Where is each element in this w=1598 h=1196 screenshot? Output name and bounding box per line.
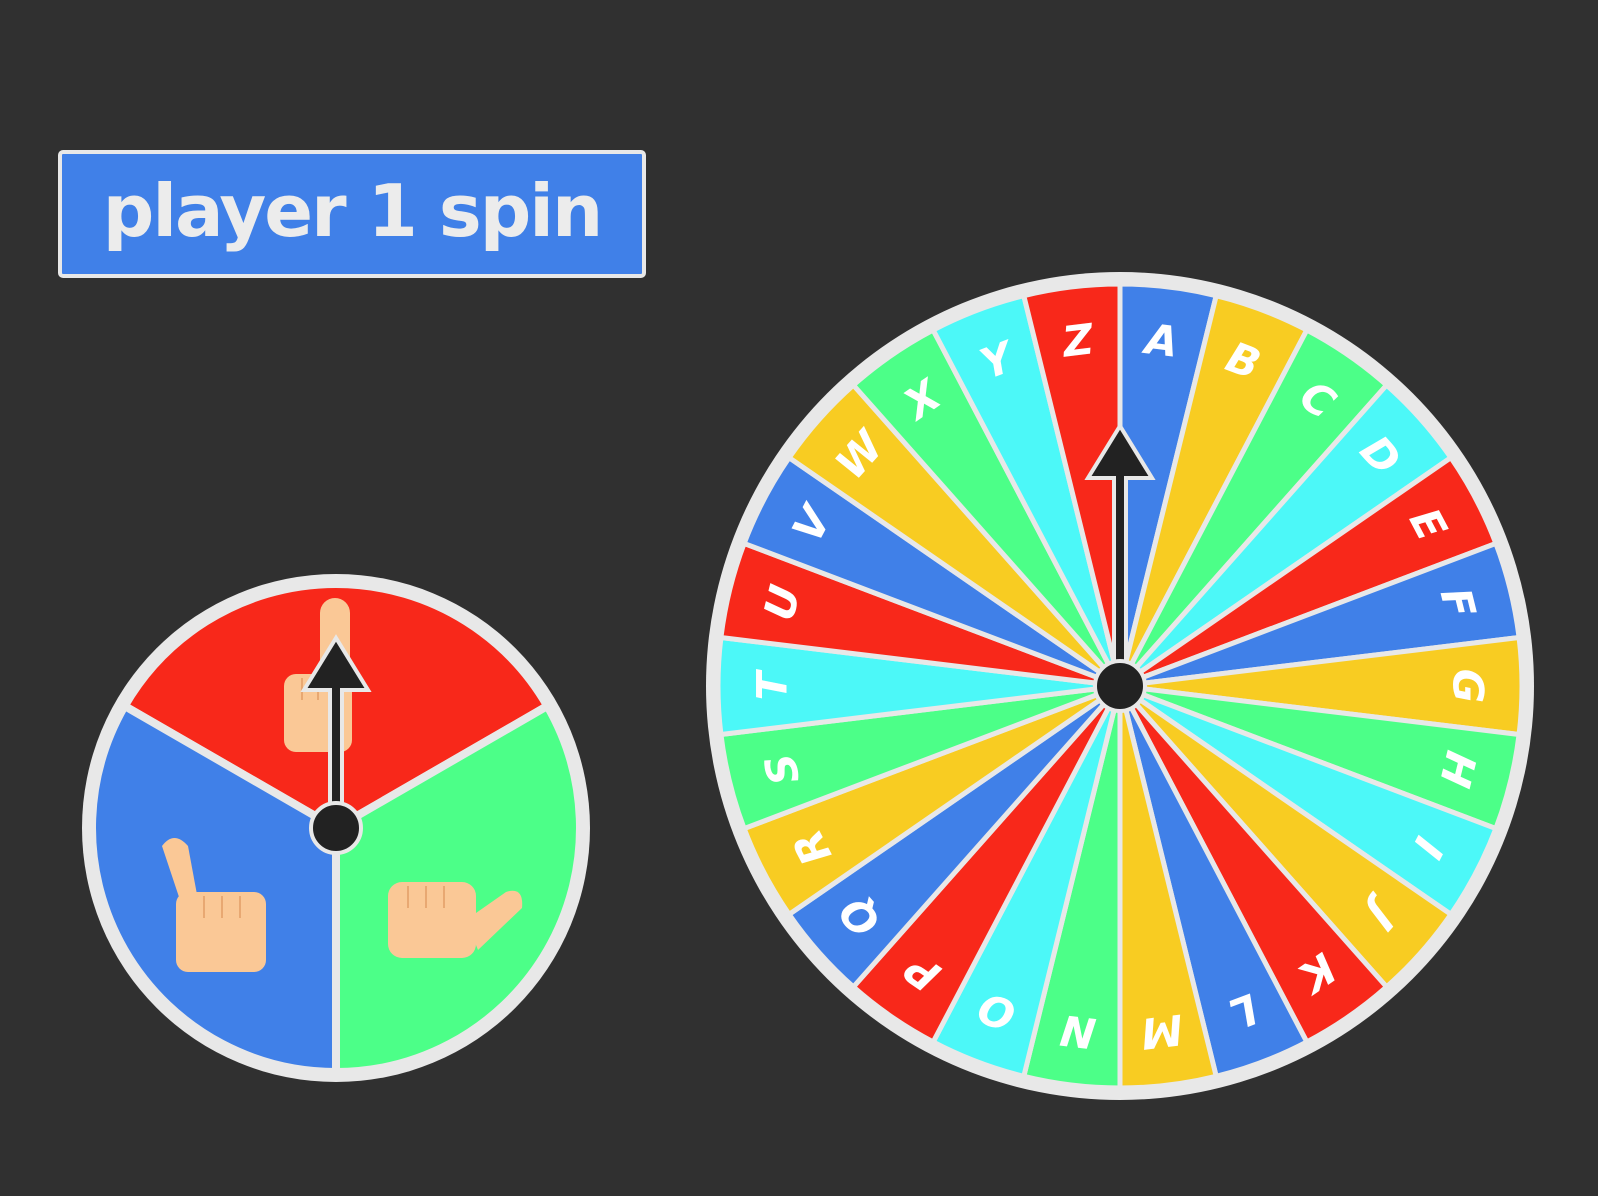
letter-label: G xyxy=(1444,669,1493,703)
letter-wheel-pointer-hub xyxy=(1093,659,1147,713)
letter-label: M xyxy=(1138,1005,1185,1059)
letter-label: T xyxy=(748,668,797,700)
game-stage: player 1 spin ABCDEFGHIJKLMNOPQRSTUVWXYZ xyxy=(0,0,1598,1196)
player-spin-button[interactable]: player 1 spin xyxy=(58,150,646,278)
letter-label: N xyxy=(1058,1005,1099,1058)
spin-button-label: player 1 spin xyxy=(102,169,603,253)
hand-wheel[interactable] xyxy=(78,570,594,1086)
hand-wheel-pointer-hub xyxy=(309,801,363,855)
letter-wheel[interactable]: A BCDEFGHIJKLMNOPQRSTUVWXY Z xyxy=(702,268,1538,1104)
